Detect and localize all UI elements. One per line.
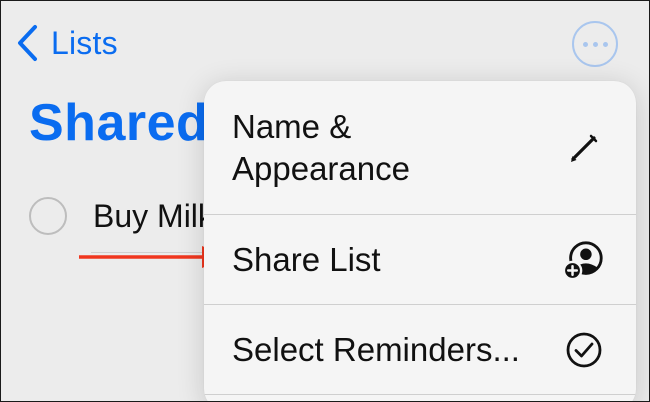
person-add-icon bbox=[562, 238, 606, 282]
back-button[interactable]: Lists bbox=[15, 23, 118, 63]
menu-item-label: Select Reminders... bbox=[232, 330, 520, 368]
pencil-icon bbox=[562, 126, 606, 170]
menu-item-label: Share List bbox=[232, 240, 381, 278]
menu-item-select-reminders[interactable]: Select Reminders... bbox=[204, 305, 636, 394]
reminder-text[interactable]: Buy Milk bbox=[93, 198, 214, 235]
reminder-row[interactable]: Buy Milk bbox=[29, 191, 214, 241]
menu-item-name-appearance[interactable]: Name & Appearance bbox=[204, 81, 636, 214]
back-label: Lists bbox=[51, 24, 118, 61]
menu-item-label: Name & Appearance bbox=[232, 107, 410, 187]
reminder-checkbox[interactable] bbox=[29, 197, 67, 235]
more-options-button[interactable] bbox=[572, 21, 618, 67]
checkmark-circle-icon bbox=[562, 328, 606, 372]
ellipsis-icon bbox=[582, 41, 608, 47]
list-title: Shared bbox=[29, 94, 209, 152]
chevron-left-icon bbox=[18, 25, 37, 61]
menu-item-share-list[interactable]: Share List bbox=[204, 215, 636, 304]
context-menu: Name & Appearance Share List Select Remi… bbox=[204, 81, 636, 401]
reminders-screen: Lists Shared Buy Milk Name & Appearance … bbox=[0, 0, 650, 402]
menu-separator bbox=[204, 394, 636, 395]
